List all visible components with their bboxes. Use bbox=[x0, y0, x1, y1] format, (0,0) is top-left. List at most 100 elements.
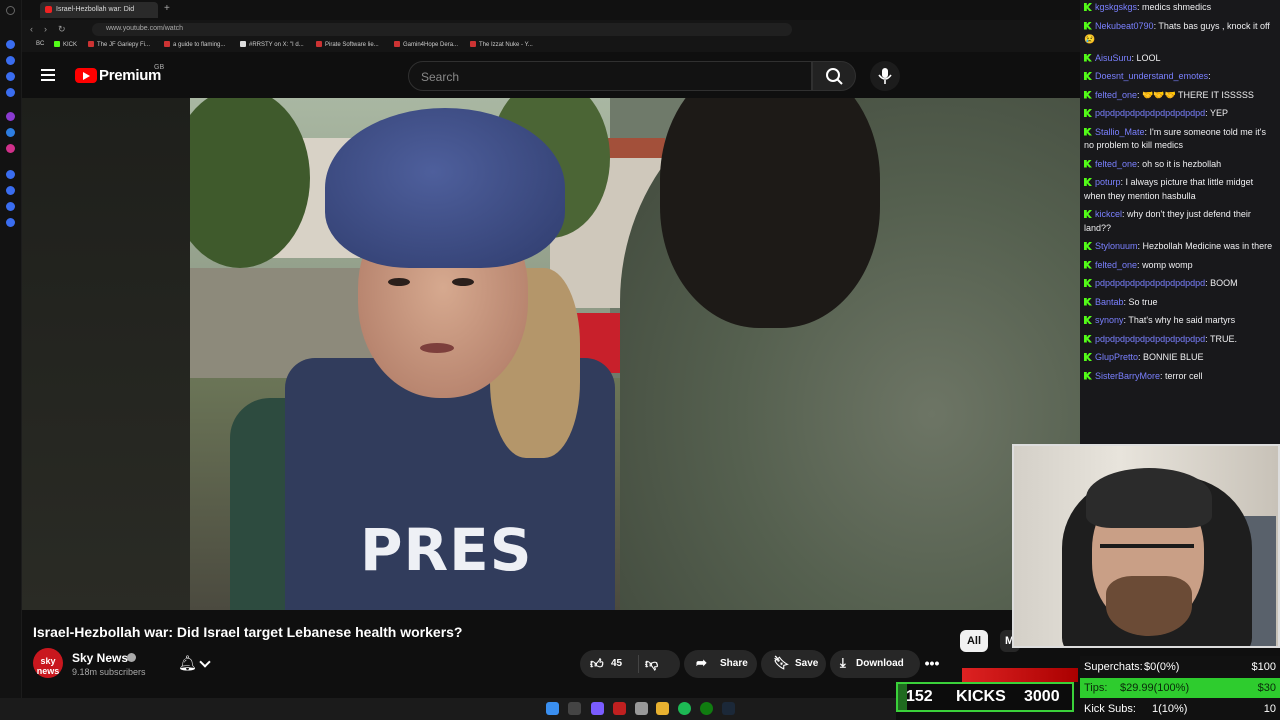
youtube-icon bbox=[394, 41, 400, 47]
bookmark-item[interactable]: BC bbox=[36, 41, 44, 47]
steam-icon[interactable] bbox=[722, 702, 735, 715]
youtube-brand[interactable]: Premium bbox=[99, 67, 161, 84]
chip-all[interactable]: All bbox=[960, 630, 988, 652]
chat-username[interactable]: SisterBarryMore bbox=[1095, 371, 1160, 381]
reload-icon[interactable]: ↻ bbox=[58, 24, 66, 35]
sidebar-app-icon[interactable] bbox=[6, 170, 15, 179]
chat-username[interactable]: Stallio_Mate bbox=[1095, 127, 1145, 137]
chat-username[interactable]: GlupPretto bbox=[1095, 352, 1138, 362]
sidebar-app-icon[interactable] bbox=[6, 56, 15, 65]
divider bbox=[638, 655, 639, 673]
sidebar-app-icon[interactable] bbox=[6, 112, 15, 121]
notification-bell-button[interactable]: 🔔︎ bbox=[170, 650, 222, 678]
chat-username[interactable]: synony bbox=[1095, 315, 1124, 325]
tips-label: Tips: bbox=[1084, 682, 1108, 694]
kick-badge-icon bbox=[1084, 90, 1092, 99]
sidebar-app-icon[interactable] bbox=[6, 72, 15, 81]
kick-badge-icon bbox=[1084, 72, 1092, 80]
chat-message: Stylonuum: Hezbollah Medicine was in the… bbox=[1084, 240, 1276, 254]
kick-badge-icon bbox=[1084, 210, 1092, 218]
chat-username[interactable]: felted_one bbox=[1095, 260, 1137, 270]
chat-username[interactable]: kgskgskgs bbox=[1095, 2, 1137, 12]
taskbar bbox=[0, 698, 896, 720]
chat-username[interactable]: felted_one bbox=[1095, 159, 1137, 169]
kick-badge-icon bbox=[1084, 242, 1092, 250]
tab-bar: Israel-Hezbollah war: Did + bbox=[22, 0, 1080, 20]
app-icon[interactable] bbox=[6, 6, 15, 15]
sidebar-app-icon[interactable] bbox=[6, 144, 15, 153]
browser-tab[interactable]: Israel-Hezbollah war: Did bbox=[40, 2, 158, 18]
tips-value: $29.99(100%) bbox=[1120, 682, 1190, 694]
bookmark-item[interactable]: Pirate Software lie... bbox=[316, 41, 379, 48]
xbox-icon[interactable] bbox=[700, 702, 713, 715]
sidebar-app-icon[interactable] bbox=[6, 186, 15, 195]
share-icon: ➦ bbox=[696, 655, 707, 670]
thumbs-up-icon[interactable]: 👍︎ bbox=[590, 656, 604, 672]
chat-username[interactable]: pdpdpdpdpdpdpdpdpdpdpd bbox=[1095, 278, 1205, 288]
spotify-icon[interactable] bbox=[678, 702, 691, 715]
youtube-logo-icon[interactable] bbox=[75, 68, 97, 83]
kick-badge-icon bbox=[1084, 316, 1092, 324]
chat-message: felted_one: oh so it is hezbollah bbox=[1084, 158, 1276, 172]
sidebar-app-icon[interactable] bbox=[6, 88, 15, 97]
chat-text: womp womp bbox=[1142, 259, 1193, 270]
channel-name[interactable]: Sky News bbox=[72, 651, 128, 665]
video-player[interactable]: PRES bbox=[190, 98, 1080, 610]
url-field[interactable]: www.youtube.com/watch bbox=[92, 23, 792, 36]
mic-icon bbox=[878, 68, 892, 84]
windows-start-icon[interactable] bbox=[546, 702, 559, 715]
like-count[interactable]: 45 bbox=[611, 658, 622, 669]
channel-avatar[interactable]: sky news bbox=[33, 648, 63, 678]
chat-text: LOOL bbox=[1136, 52, 1161, 63]
sidebar-app-icon[interactable] bbox=[6, 40, 15, 49]
chat-message: Doesnt_understand_emotes: bbox=[1084, 70, 1276, 84]
bookmark-item[interactable]: a guide to flaming... bbox=[164, 41, 225, 48]
bookmark-item[interactable]: #RRSTY on X: "I d... bbox=[240, 41, 304, 48]
bookmark-item[interactable]: The JF Gariepy Fi... bbox=[88, 41, 150, 48]
chat-username[interactable]: Stylonuum bbox=[1095, 241, 1138, 251]
bookmark-item[interactable]: KICK bbox=[54, 41, 77, 48]
chat-username[interactable]: Doesnt_understand_emotes bbox=[1095, 71, 1208, 81]
search-icon[interactable] bbox=[568, 702, 581, 715]
sidebar-app-icon[interactable] bbox=[6, 218, 15, 227]
menu-icon[interactable] bbox=[41, 69, 55, 81]
youtube-icon bbox=[316, 41, 322, 47]
chat-text: oh so it is hezbollah bbox=[1142, 158, 1222, 169]
new-tab-button[interactable]: + bbox=[164, 3, 170, 14]
app-icon[interactable] bbox=[591, 702, 604, 715]
bookmark-item[interactable]: Gamin4Hope Dera... bbox=[394, 41, 458, 48]
save-button[interactable]: 🔖︎ Save bbox=[761, 650, 826, 678]
youtube-favicon-icon bbox=[45, 6, 52, 13]
chat-message: AisuSuru: LOOL bbox=[1084, 52, 1276, 66]
chat-message: Nekubeat0790: Thats bas guys , knock it … bbox=[1084, 20, 1276, 47]
bookmark-item[interactable]: The Izzat Nuke - Y... bbox=[470, 41, 533, 48]
search-input[interactable] bbox=[421, 68, 801, 86]
bookmark-icon: 🔖︎ bbox=[773, 655, 790, 670]
chat-username[interactable]: Nekubeat0790 bbox=[1095, 21, 1154, 31]
back-icon[interactable]: ‹ bbox=[30, 24, 33, 34]
chat-username[interactable]: kickcel bbox=[1095, 209, 1122, 219]
chat-username[interactable]: felted_one bbox=[1095, 90, 1137, 100]
forward-icon[interactable]: › bbox=[44, 24, 47, 34]
chat-username[interactable]: AisuSuru bbox=[1095, 53, 1132, 63]
download-button[interactable]: ⤓ Download bbox=[830, 650, 920, 678]
chat-message: synony: That's why he said martyrs bbox=[1084, 314, 1276, 328]
thumbs-down-icon[interactable]: 👎︎ bbox=[645, 656, 658, 672]
folder-icon[interactable] bbox=[656, 702, 669, 715]
chat-text: Hezbollah Medicine was in there bbox=[1142, 241, 1273, 251]
app-icon[interactable] bbox=[613, 702, 626, 715]
chat-username[interactable]: pdpdpdpdpdpdpdpdpdpdpd bbox=[1095, 334, 1205, 344]
chat-username[interactable]: Bantab bbox=[1095, 297, 1124, 307]
more-actions-button[interactable]: ••• bbox=[918, 650, 946, 678]
share-button[interactable]: ➦ Share bbox=[684, 650, 757, 678]
chat-username[interactable]: pdpdpdpdpdpdpdpdpdpdpd bbox=[1095, 108, 1205, 118]
bell-icon: 🔔︎ bbox=[178, 655, 198, 672]
chat-username[interactable]: poturp bbox=[1095, 177, 1121, 187]
sidebar-app-icon[interactable] bbox=[6, 202, 15, 211]
sidebar-app-icon[interactable] bbox=[6, 128, 15, 137]
search-button[interactable] bbox=[812, 61, 856, 91]
voice-search-button[interactable] bbox=[870, 61, 900, 91]
superchats-label: Superchats: bbox=[1084, 661, 1143, 673]
browser-icon[interactable] bbox=[635, 702, 648, 715]
alert-banner bbox=[962, 668, 1078, 682]
